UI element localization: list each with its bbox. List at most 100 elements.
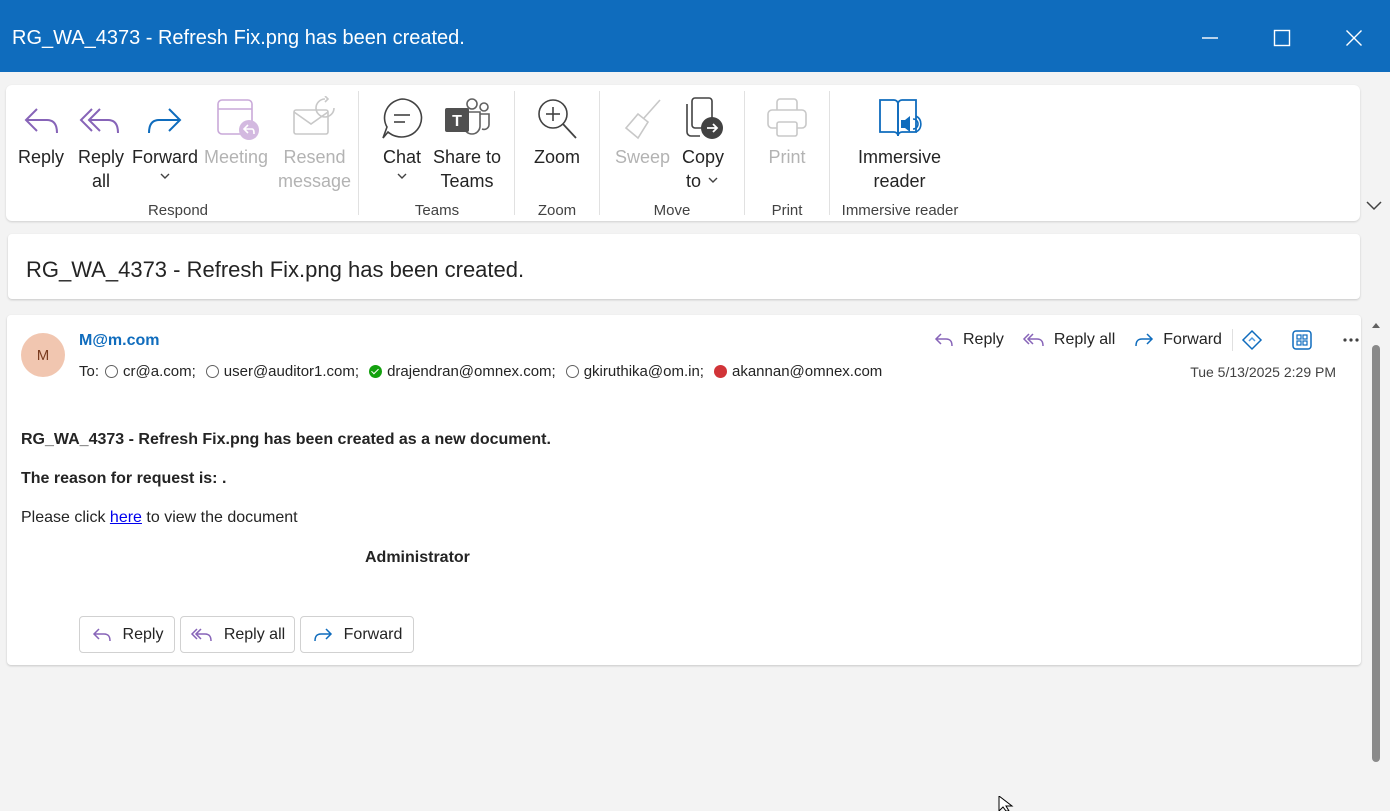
apps-icon bbox=[1292, 330, 1312, 350]
ribbon-copy-to-label: Copy bbox=[681, 147, 725, 167]
title-bar: RG_WA_4373 - Refresh Fix.png has been cr… bbox=[0, 0, 1390, 72]
presence-offline-icon bbox=[105, 365, 119, 378]
body-line-1: RG_WA_4373 - Refresh Fix.png has been cr… bbox=[21, 431, 551, 448]
ribbon-reply-button[interactable]: Reply bbox=[14, 93, 68, 169]
ribbon-chat-label: Chat bbox=[382, 147, 422, 167]
header-reply-all-button[interactable]: Reply all bbox=[1022, 331, 1115, 349]
scroll-up-arrow-icon[interactable] bbox=[1372, 321, 1380, 329]
recipient[interactable]: akannan@omnex.com bbox=[713, 363, 882, 380]
sweep-icon bbox=[624, 99, 661, 140]
presence-offline-icon bbox=[205, 365, 219, 378]
group-separator bbox=[744, 91, 745, 215]
body-line-3: Please click here to view the document bbox=[21, 509, 298, 526]
message-date: Tue 5/13/2025 2:29 PM bbox=[1190, 364, 1336, 380]
scrollbar-thumb[interactable] bbox=[1372, 345, 1380, 762]
group-label-respond: Respond bbox=[147, 202, 209, 219]
resend-icon bbox=[292, 96, 335, 135]
ribbon-reply-all-button[interactable]: Reply all bbox=[74, 93, 128, 193]
ribbon-sweep-label: Sweep bbox=[615, 147, 671, 167]
to-label: To: bbox=[79, 363, 100, 380]
presence-offline-icon bbox=[565, 365, 579, 378]
avatar[interactable]: M bbox=[21, 333, 65, 377]
chat-icon bbox=[382, 98, 423, 139]
ribbon-print-label: Print bbox=[768, 147, 806, 167]
ribbon-chat-button[interactable]: Chat bbox=[375, 93, 429, 183]
chevron-down-icon bbox=[160, 173, 170, 179]
meeting-reply-icon bbox=[217, 99, 260, 140]
ribbon-share-to-teams-label: Share to bbox=[433, 147, 502, 167]
zoom-icon bbox=[538, 99, 577, 139]
ribbon-copy-to-button[interactable]: Copy to bbox=[676, 93, 730, 193]
ribbon-reply-all-label-2: all bbox=[91, 171, 110, 191]
recipient[interactable]: cr@a.com; bbox=[105, 363, 196, 380]
recipients-line: To: cr@a.com; user@auditor1.com; drajend… bbox=[79, 363, 892, 380]
header-forward-button[interactable]: Forward bbox=[1133, 331, 1222, 349]
more-actions-button[interactable] bbox=[1341, 330, 1369, 350]
presence-available-icon bbox=[369, 365, 383, 378]
minimize-icon bbox=[1202, 37, 1218, 39]
maximize-icon bbox=[1273, 29, 1291, 47]
message-header-actions: Reply Reply all Forward bbox=[933, 329, 1369, 351]
ribbon-copy-to-label-2: to bbox=[686, 169, 720, 193]
more-options-icon bbox=[1343, 338, 1359, 342]
close-icon bbox=[1346, 30, 1362, 46]
ribbon-print-button[interactable]: Print bbox=[760, 93, 814, 169]
recipient[interactable]: user@auditor1.com; bbox=[205, 363, 359, 380]
presence-busy-icon bbox=[713, 365, 727, 378]
ribbon-share-to-teams-button[interactable]: T Share to Teams bbox=[433, 93, 501, 193]
chevron-down-icon bbox=[708, 177, 718, 183]
ribbon-forward-button[interactable]: Forward bbox=[132, 93, 198, 183]
window-title: RG_WA_4373 - Refresh Fix.png has been cr… bbox=[12, 27, 465, 49]
ribbon-sweep-button[interactable]: Sweep bbox=[615, 93, 670, 169]
loop-button[interactable] bbox=[1241, 329, 1271, 351]
ribbon-immersive-reader-button[interactable]: Immersive reader bbox=[858, 93, 941, 193]
ribbon-resend-button[interactable]: Resend message bbox=[278, 93, 351, 193]
ribbon-resend-label-2: message bbox=[278, 171, 352, 191]
immersive-reader-icon bbox=[878, 99, 922, 137]
ribbon-reply-label: Reply bbox=[17, 147, 65, 167]
body-line-2: The reason for request is: . bbox=[21, 470, 227, 487]
ribbon-expand-chevron-icon[interactable] bbox=[1364, 198, 1384, 214]
close-button[interactable] bbox=[1338, 22, 1370, 54]
apps-button[interactable] bbox=[1291, 329, 1321, 351]
ribbon-zoom-label: Zoom bbox=[533, 147, 580, 167]
header-reply-button[interactable]: Reply bbox=[933, 331, 1004, 349]
group-separator bbox=[514, 91, 515, 215]
sender-name[interactable]: M@m.com bbox=[79, 332, 160, 350]
group-label-move: Move bbox=[653, 202, 691, 219]
maximize-button[interactable] bbox=[1266, 22, 1298, 54]
document-link[interactable]: here bbox=[110, 509, 142, 526]
group-label-immersive-reader: Immersive reader bbox=[841, 202, 959, 219]
chevron-down-icon bbox=[397, 173, 407, 179]
group-label-print: Print bbox=[771, 202, 803, 219]
ribbon: Reply Reply all Forward Meeting Resend m… bbox=[6, 85, 1360, 221]
minimize-button[interactable] bbox=[1194, 22, 1226, 54]
ribbon-immersive-reader-label: Immersive bbox=[858, 147, 942, 167]
reply-icon bbox=[92, 627, 111, 641]
ribbon-zoom-button[interactable]: Zoom bbox=[530, 93, 584, 169]
reply-all-icon bbox=[1022, 333, 1044, 347]
mouse-cursor-icon bbox=[998, 796, 1014, 811]
footer-forward-button[interactable]: Forward bbox=[300, 616, 414, 653]
ribbon-immersive-reader-label-2: reader bbox=[873, 171, 926, 191]
group-separator bbox=[358, 91, 359, 215]
group-label-zoom: Zoom bbox=[537, 202, 577, 219]
subject-card: RG_WA_4373 - Refresh Fix.png has been cr… bbox=[8, 234, 1360, 299]
group-separator bbox=[829, 91, 830, 215]
message-card: M M@m.com To: cr@a.com; user@auditor1.co… bbox=[7, 315, 1361, 665]
ribbon-meeting-button[interactable]: Meeting bbox=[204, 93, 268, 169]
ribbon-meeting-label: Meeting bbox=[204, 147, 269, 167]
loop-icon bbox=[1241, 329, 1263, 351]
teams-icon: T bbox=[445, 98, 490, 135]
reply-all-icon bbox=[190, 627, 212, 641]
group-separator bbox=[599, 91, 600, 215]
footer-reply-all-button[interactable]: Reply all bbox=[180, 616, 295, 653]
recipient[interactable]: drajendran@omnex.com; bbox=[369, 363, 556, 380]
reply-icon bbox=[934, 333, 953, 347]
reply-icon bbox=[24, 108, 58, 134]
recipient[interactable]: gkiruthika@om.in; bbox=[565, 363, 704, 380]
ribbon-reply-all-label: Reply bbox=[77, 147, 125, 167]
reply-all-icon bbox=[79, 108, 119, 134]
footer-reply-button[interactable]: Reply bbox=[79, 616, 175, 653]
forward-icon bbox=[1135, 333, 1154, 347]
